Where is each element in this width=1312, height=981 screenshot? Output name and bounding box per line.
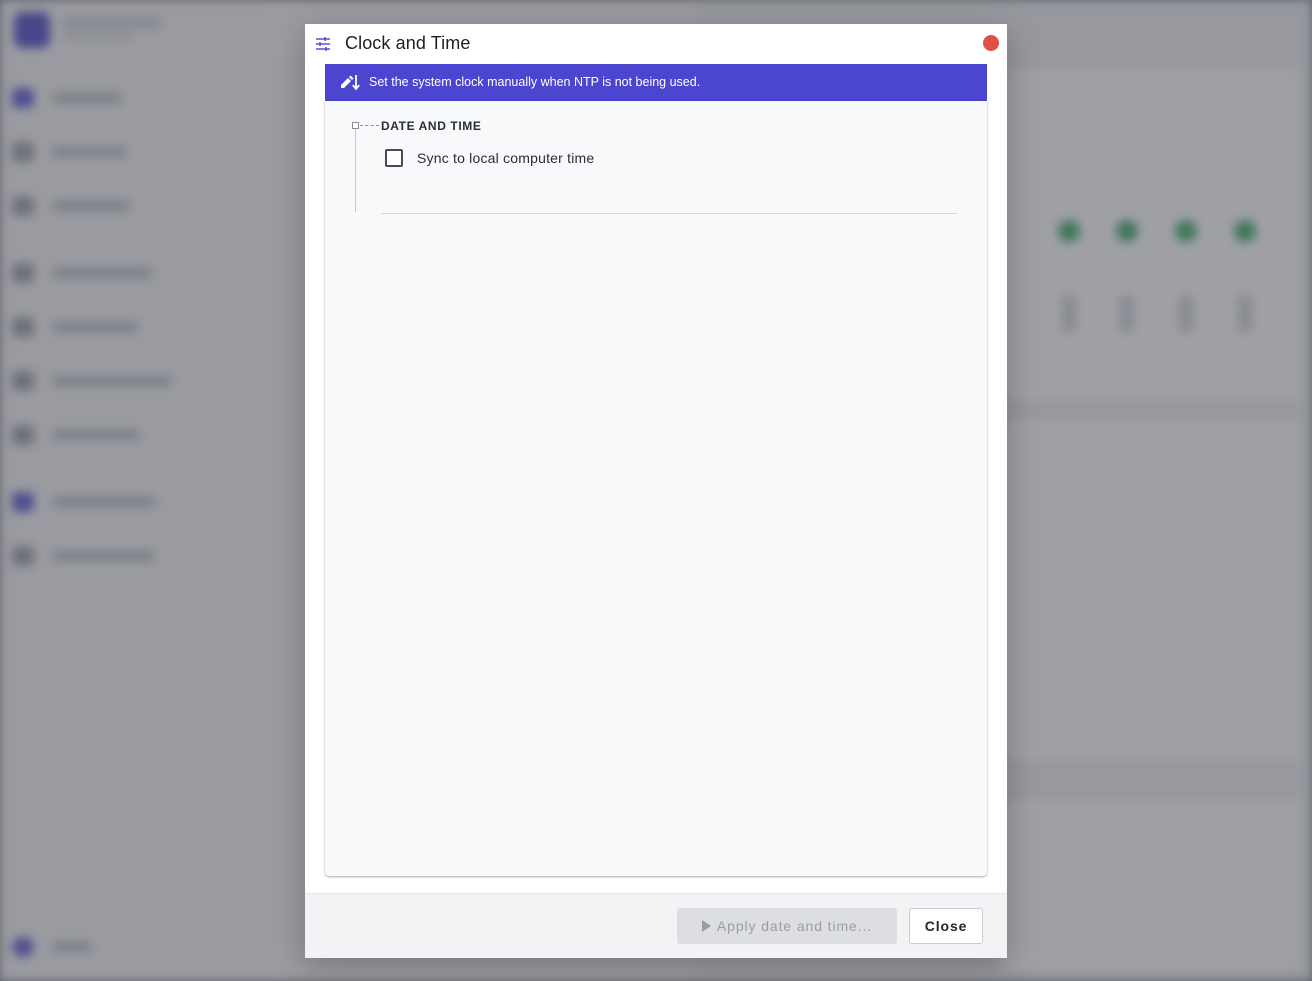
- section-connector: [360, 125, 379, 126]
- dialog-footer: Apply date and time... Close: [305, 893, 1007, 958]
- dialog-body: Set the system clock manually when NTP i…: [305, 64, 1007, 893]
- sync-local-time-checkbox[interactable]: [385, 149, 403, 167]
- info-banner: Set the system clock manually when NTP i…: [325, 64, 987, 101]
- apply-date-time-button[interactable]: Apply date and time...: [677, 908, 897, 944]
- clock-time-dialog: Clock and Time Set the system clock manu…: [305, 24, 1007, 958]
- close-button[interactable]: Close: [909, 908, 983, 944]
- settings-panel: DATE AND TIME Sync to local computer tim…: [325, 101, 987, 876]
- apply-button-label: Apply date and time...: [716, 918, 873, 934]
- section-node: [352, 122, 359, 129]
- play-icon: [701, 920, 711, 932]
- dialog-title: Clock and Time: [345, 33, 471, 53]
- dialog-titlebar: Clock and Time: [305, 24, 1007, 64]
- sync-local-time-label[interactable]: Sync to local computer time: [417, 150, 594, 166]
- banner-text: Set the system clock manually when NTP i…: [369, 75, 701, 89]
- section-tree-line: [355, 129, 356, 212]
- section-divider: [381, 213, 957, 214]
- section-title: DATE AND TIME: [381, 119, 482, 133]
- close-dot-button[interactable]: [983, 35, 999, 51]
- sliders-icon: [316, 37, 330, 51]
- pen-arrow-down-icon: [341, 75, 360, 91]
